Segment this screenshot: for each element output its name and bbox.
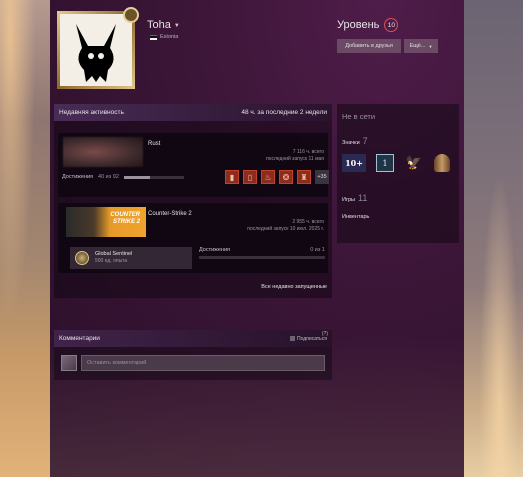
recent-activity-hours: 48 ч. за последние 2 недели [241,109,327,116]
badges-count: 7 [362,136,368,146]
recent-activity-header: Недавняя активность 48 ч. за последние 2… [54,104,332,121]
level-badge[interactable]: 10 [384,18,399,32]
achievement-bag-icon[interactable]: ♜ [297,170,311,184]
comment-input[interactable]: Оставить комментарий [81,355,325,371]
avatar-frame-emblem-icon [123,7,139,23]
badge-showcase: 10+ 1 🦅 [342,154,450,172]
eagle-badge-icon[interactable]: 🦅 [404,154,424,172]
achievements-count: 0 из 1 [310,247,325,253]
game-last-played: последний запуск 10 июл. 2025 г. [247,226,324,232]
country-row: Estonia [150,34,178,40]
game-capsule-rust[interactable] [63,137,143,167]
estonia-flag-icon [150,34,157,40]
helmet-badge-icon[interactable] [434,154,450,172]
achievements-progress-fill [123,175,150,179]
game-name[interactable]: Counter-Strike 2 [148,211,192,217]
game-capsule-cs2[interactable]: COUNTER STRIKE 2 [66,207,146,237]
avatar [60,14,132,86]
cs2-logo-line1: COUNTER [110,212,140,218]
subscribe-checkbox[interactable] [290,336,296,341]
achievements-count: 40 из 92 [98,174,119,180]
badge-years-of-service[interactable]: 10+ [342,154,366,172]
games-link[interactable]: Игры 11 [342,193,367,203]
game-last-played: последний запуск 11 мая [265,156,324,162]
achievements-progress-bar [199,256,325,259]
achievements-label: Достижения [62,174,94,180]
more-button-label: Ещё... [409,43,426,49]
persona-name: Toha [147,19,171,31]
sidebar-panel: Не в сети Значки 7 10+ 1 🦅 Игры 11 Инвен… [337,104,459,243]
cs2-logo-line2: STRIKE 2 [112,219,140,225]
comments-title: Комментарии [59,335,100,342]
achievement-icons: ▮ ▯ ♨ ❂ ♜ +35 [225,170,329,184]
level-label: Уровень [337,19,380,31]
online-status: Не в сети [342,112,376,121]
chevron-down-icon[interactable]: ▼ [174,23,180,29]
help-icon[interactable]: (?) [322,331,328,337]
achievements-row[interactable]: Достижения 0 из 1 [199,247,325,259]
game-badge-name: Global Sentinel [95,251,133,257]
game-row-cs2: COUNTER STRIKE 2 Counter-Strike 2 2 955 … [58,203,328,273]
game-row-rust: Rust 7 116 ч. всего последний запуск 11 … [58,133,329,197]
game-badge-box[interactable]: Global Sentinel 500 ед. опыта [70,247,192,269]
achievements-more-count[interactable]: +35 [315,170,329,184]
achievements-row[interactable]: Достижения 40 из 92 [62,174,184,180]
country-name: Estonia [160,34,179,40]
game-name[interactable]: Rust [148,141,160,147]
comments-header: Комментарии Подписаться [54,330,332,347]
all-recent-games-link[interactable]: Все недавно запущенные [261,284,327,290]
avatar-frame[interactable] [57,7,139,89]
add-friend-button[interactable]: Добавить в друзья [337,39,401,53]
game-badge-xp: 500 ед. опыта [95,258,128,264]
achievements-progress-bar [123,175,184,179]
persona-name-row[interactable]: Toha ▼ [147,19,180,31]
achievement-book-icon[interactable]: ▮ [225,170,239,184]
achievements-label: Достижения [199,247,231,253]
game-total-hours: 7 116 ч. всего [292,149,324,155]
badge-level-one[interactable]: 1 [376,154,394,172]
level-row: Уровень 10 [337,18,399,32]
achievement-fire-icon[interactable]: ❂ [279,170,293,184]
background-scenery-left [0,0,50,477]
comments-panel: Комментарии Подписаться (?) Оставить ком… [54,330,332,380]
game-total-hours: 2 955 ч. всего [292,219,324,225]
recent-activity-title: Недавняя активность [59,109,124,116]
achievement-flame-icon[interactable]: ♨ [261,170,275,184]
achievement-page-icon[interactable]: ▯ [243,170,257,184]
badges-label: Значки [342,140,360,146]
cs2-logo: COUNTER STRIKE 2 [110,212,140,226]
background-scenery-right [464,0,523,477]
commenter-avatar [61,355,77,371]
game-stats: 7 116 ч. всего последний запуск 11 мая [266,149,324,163]
more-button[interactable]: Ещё... ▼ [404,39,438,53]
avatar-creature-icon [76,24,116,82]
chevron-down-icon: ▼ [428,43,433,49]
badges-link[interactable]: Значки 7 [342,136,368,146]
game-stats: 2 955 ч. всего последний запуск 10 июл. … [247,219,324,233]
games-count: 11 [357,193,368,203]
games-label: Игры [342,197,355,203]
service-medal-icon [75,251,89,265]
recent-activity-panel: Недавняя активность 48 ч. за последние 2… [54,104,332,298]
inventory-link[interactable]: Инвентарь [342,214,369,220]
